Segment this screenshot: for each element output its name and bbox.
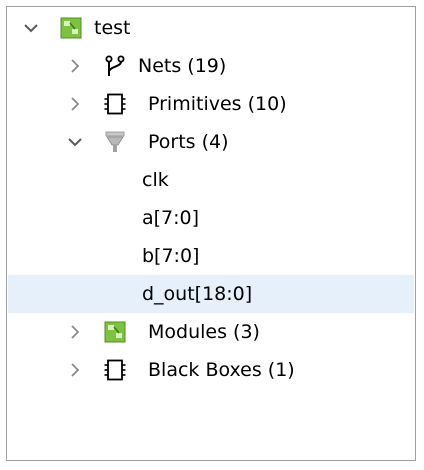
chevron-right-icon[interactable] (66, 351, 84, 389)
tree-node-black-boxes[interactable]: Black Boxes (1) (8, 351, 414, 389)
tree-node-label: Nets (19) (138, 55, 227, 77)
chevron-down-icon[interactable] (22, 9, 40, 47)
module-icon (104, 321, 126, 343)
module-icon (60, 17, 82, 39)
tree-node-port-selected[interactable]: d_out[18:0] (8, 275, 414, 313)
tree-node-modules[interactable]: Modules (3) (8, 313, 414, 351)
tree-node-label: test (94, 17, 131, 39)
tree-node-label: Primitives (10) (148, 93, 287, 115)
tree-node-label: b[7:0] (142, 245, 200, 267)
primitive-chip-icon (104, 359, 126, 381)
netlist-tree-panel: test Nets (19) Primitives (10) Ports (4)… (6, 6, 416, 461)
tree-node-port[interactable]: clk (8, 161, 414, 199)
tree-node-primitives[interactable]: Primitives (10) (8, 85, 414, 123)
chevron-down-icon[interactable] (66, 123, 84, 161)
tree-node-label: a[7:0] (142, 207, 200, 229)
tree-node-label: Black Boxes (1) (148, 359, 295, 381)
net-branch-icon (104, 55, 126, 77)
tree-node-label: Ports (4) (148, 131, 229, 153)
chevron-right-icon[interactable] (66, 85, 84, 123)
tree-node-nets[interactable]: Nets (19) (8, 47, 414, 85)
tree-node-label: Modules (3) (148, 321, 260, 343)
tree-node-port[interactable]: a[7:0] (8, 199, 414, 237)
chevron-right-icon[interactable] (66, 313, 84, 351)
port-funnel-icon (104, 131, 126, 153)
primitive-chip-icon (104, 93, 126, 115)
tree-node-test[interactable]: test (8, 9, 414, 47)
chevron-right-icon[interactable] (66, 47, 84, 85)
tree-node-label: d_out[18:0] (142, 283, 253, 305)
tree-node-ports[interactable]: Ports (4) (8, 123, 414, 161)
tree-node-label: clk (142, 169, 169, 191)
tree-node-port[interactable]: b[7:0] (8, 237, 414, 275)
